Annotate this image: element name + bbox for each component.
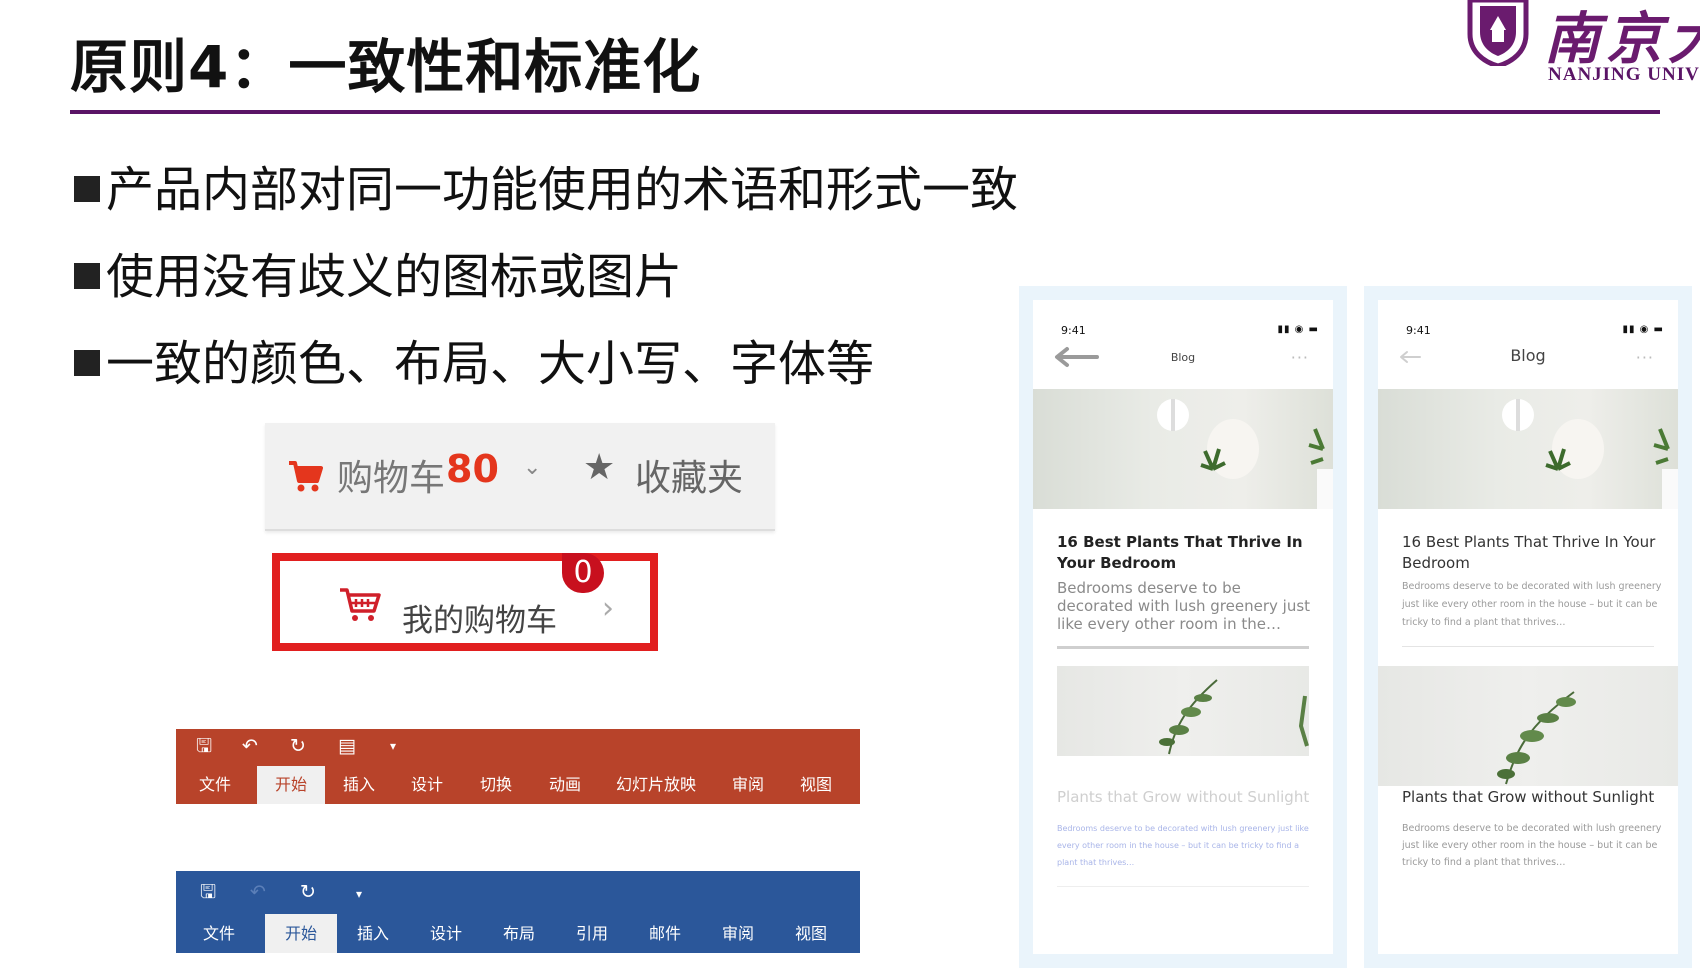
phone-mockup-consistent: 9:41 ▮▮ ◉ ▬ Blog ··· 16 Best Plants That… — [1364, 286, 1692, 968]
tab-home[interactable]: 开始 — [265, 914, 337, 953]
more-icon[interactable]: ··· — [1291, 348, 1309, 367]
cart-link[interactable]: 购物车 — [337, 449, 445, 501]
post-image-bedroom — [1378, 389, 1678, 509]
chevron-down-icon[interactable]: ⌄ — [523, 455, 541, 480]
status-icons: ▮▮ ◉ ▬ — [1622, 324, 1664, 335]
tab-view[interactable]: 视图 — [782, 766, 850, 804]
my-cart-button[interactable]: 我的购物车 › 0 — [272, 553, 658, 651]
divider — [1402, 646, 1654, 647]
tab-file[interactable]: 文件 — [176, 766, 254, 804]
tab-mailings[interactable]: 邮件 — [629, 914, 701, 953]
more-icon[interactable]: ··· — [1636, 348, 1654, 367]
tab-animations[interactable]: 动画 — [531, 766, 599, 804]
tab-insert[interactable]: 插入 — [337, 914, 409, 953]
nav-title: Blog — [1510, 346, 1546, 365]
redo-icon[interactable]: ↻ — [290, 735, 306, 757]
ribbon-tabs: 文件 开始 插入 设计 切换 动画 幻灯片放映 审阅 视图 — [176, 766, 860, 804]
title-divider — [70, 110, 1660, 114]
undo-icon[interactable]: ↶ — [242, 735, 258, 757]
cart-count: 80 — [446, 447, 499, 491]
save-icon[interactable]: 🖫 — [200, 881, 216, 903]
cart-icon — [340, 588, 381, 621]
tab-file[interactable]: 文件 — [176, 914, 262, 953]
nav-title: Blog — [1170, 351, 1196, 364]
phone-screen: 9:41 ▮▮ ◉ ▬ Blog ··· 16 Best Plants That… — [1378, 300, 1678, 954]
logo-english-text: NANJING UNIV — [1548, 64, 1700, 85]
present-icon[interactable]: ▤ — [338, 735, 356, 757]
tab-references[interactable]: 引用 — [556, 914, 628, 953]
tab-view[interactable]: 视图 — [775, 914, 847, 953]
cart-icon — [289, 461, 323, 492]
tab-slideshow[interactable]: 幻灯片放映 — [601, 766, 711, 804]
powerpoint-ribbon: 🖫 ↶ ↻ ▤ ▾ 文件 开始 插入 设计 切换 动画 幻灯片放映 审阅 视图 — [176, 729, 860, 804]
status-time: 9:41 — [1061, 324, 1086, 337]
tab-review[interactable]: 审阅 — [702, 914, 774, 953]
word-ribbon: 🖫 ↶ ↻ ▾ 文件 开始 插入 设计 布局 引用 邮件 审阅 视图 — [176, 871, 860, 953]
divider — [1057, 646, 1309, 649]
ribbon-tabs: 文件 开始 插入 设计 布局 引用 邮件 审阅 视图 — [176, 914, 860, 953]
post-excerpt: Bedrooms deserve to be decorated with lu… — [1057, 579, 1311, 633]
university-logo: 南京大 NANJING UNIV — [1462, 0, 1700, 95]
university-seal-icon — [1467, 0, 1529, 66]
my-cart-label: 我的购物车 — [402, 603, 557, 639]
quick-access-toolbar: 🖫 ↶ ↻ ▾ — [176, 871, 860, 905]
bullet-square-icon — [74, 263, 100, 289]
post-image-plant — [1057, 666, 1309, 756]
cart-badge: 0 — [562, 553, 604, 593]
tab-design[interactable]: 设计 — [393, 766, 461, 804]
phone-screen: 9:41 ▮▮ ◉ ▬ Blog ··· 16 Best Plants That… — [1033, 300, 1333, 954]
save-icon[interactable]: 🖫 — [196, 735, 212, 757]
tab-review[interactable]: 审阅 — [714, 766, 782, 804]
status-time: 9:41 — [1406, 324, 1431, 337]
slide-title: 原则4：一致性和标准化 — [70, 33, 702, 101]
tab-home[interactable]: 开始 — [257, 766, 325, 804]
status-icons: ▮▮ ◉ ▬ — [1277, 324, 1319, 335]
cart-favorites-bar: 购物车 80 ⌄ ★ 收藏夹 — [265, 423, 775, 531]
post-excerpt: Bedrooms deserve to be decorated with lu… — [1402, 823, 1662, 868]
undo-icon[interactable]: ↶ — [250, 881, 266, 903]
bullet-item: 一致的颜色、布局、大小写、字体等 — [74, 324, 874, 394]
redo-icon[interactable]: ↻ — [300, 881, 316, 903]
post-image-bedroom — [1033, 389, 1333, 509]
chevron-right-icon: › — [602, 591, 614, 626]
post-excerpt: Bedrooms deserve to be decorated with lu… — [1402, 581, 1662, 628]
favorites-link[interactable]: 收藏夹 — [635, 449, 743, 501]
post-excerpt: Bedrooms deserve to be decorated with lu… — [1057, 824, 1309, 867]
customize-icon[interactable]: ▾ — [390, 735, 396, 757]
tab-design[interactable]: 设计 — [410, 914, 482, 953]
bullet-item: 产品内部对同一功能使用的术语和形式一致 — [74, 150, 1018, 220]
customize-icon[interactable]: ▾ — [356, 883, 362, 905]
post-image-plant — [1378, 666, 1678, 786]
bullet-item: 使用没有歧义的图标或图片 — [74, 237, 682, 307]
post-title[interactable]: Plants that Grow without Sunlight — [1057, 788, 1327, 806]
bullet-square-icon — [74, 350, 100, 376]
post-title[interactable]: 16 Best Plants That Thrive In Your Bedro… — [1057, 532, 1317, 574]
tab-layout[interactable]: 布局 — [483, 914, 555, 953]
divider — [1057, 886, 1309, 887]
bullet-square-icon — [74, 176, 100, 202]
post-title[interactable]: 16 Best Plants That Thrive In Your Bedro… — [1402, 532, 1662, 574]
tab-insert[interactable]: 插入 — [325, 766, 393, 804]
post-title[interactable]: Plants that Grow without Sunlight — [1402, 788, 1672, 806]
phone-mockup-inconsistent: 9:41 ▮▮ ◉ ▬ Blog ··· 16 Best Plants That… — [1019, 286, 1347, 968]
star-icon: ★ — [583, 447, 616, 488]
tab-transitions[interactable]: 切换 — [462, 766, 530, 804]
quick-access-toolbar: 🖫 ↶ ↻ ▤ ▾ — [176, 729, 860, 763]
